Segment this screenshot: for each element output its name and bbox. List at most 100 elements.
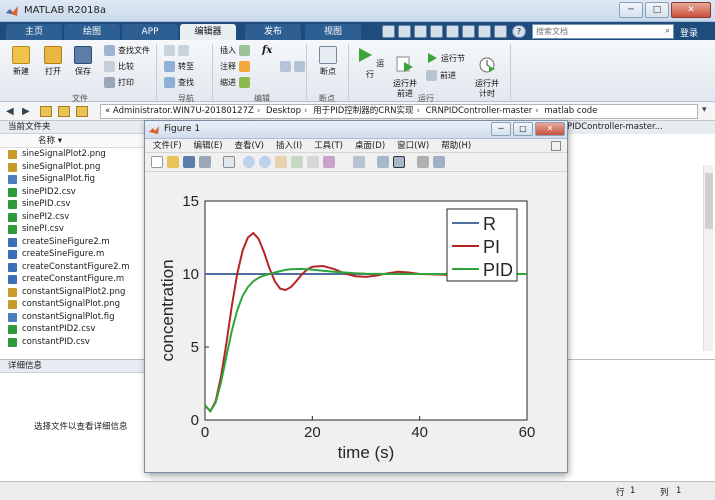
qa-settings-icon[interactable] [494,25,507,38]
brush-icon[interactable] [323,156,335,168]
pan-icon[interactable] [275,156,287,168]
open-file-icon[interactable] [167,156,179,168]
rotate-icon[interactable] [291,156,303,168]
save-figure-icon[interactable] [183,156,195,168]
save-button[interactable]: 保存 [70,46,96,77]
new-button[interactable]: 新建 [8,46,34,77]
format-buttons[interactable] [280,61,305,72]
menu-edit[interactable]: 编辑(E) [194,139,223,152]
qa-redo-icon[interactable] [462,25,475,38]
open-button[interactable]: 打开 [40,46,66,77]
figure-minimize-button[interactable]: ─ [491,122,511,136]
file-list-item[interactable]: sinePID2.csv [0,186,149,199]
breadcrumb-overflow[interactable]: « [105,106,110,116]
breakpoints-button[interactable]: 断点 [313,46,343,77]
breadcrumb-item[interactable]: Administrator.WIN7U-20180127Z [113,106,254,116]
tab-publish[interactable]: 发布 [245,24,301,40]
tab-apps[interactable]: APP [122,24,178,40]
colorbar-icon[interactable] [377,156,389,168]
menu-insert[interactable]: 插入(I) [276,139,302,152]
breadcrumb-item[interactable]: Desktop [266,106,301,116]
run-and-time-button[interactable]: 运行并 计时 [470,46,504,99]
find-files-button[interactable]: 查找文件 [104,45,150,56]
print-button[interactable]: 打印 [104,77,134,88]
file-list-item[interactable]: constantPID.csv [0,336,149,349]
back-arrow-icon[interactable] [164,45,175,56]
back-icon[interactable]: ◀ [6,106,14,117]
login-link[interactable]: 登录 [680,26,698,39]
folder-icon[interactable] [76,106,88,117]
file-list-item[interactable]: constantSignalPlot.png [0,298,149,311]
maximize-button[interactable]: □ [645,2,669,18]
print-figure-icon[interactable] [199,156,211,168]
up-folder-icon[interactable] [40,106,52,117]
fx-button[interactable]: fx [262,45,272,56]
file-list-item[interactable]: constantPID2.csv [0,323,149,336]
doc-search-input[interactable] [533,25,657,38]
show-plot-tools-icon[interactable] [433,156,445,168]
close-button[interactable]: ✕ [671,2,711,18]
editor-tab-header[interactable]: PIDController-master... [565,121,715,134]
figure-canvas[interactable]: 0 20 40 60 0 5 10 15 time (s) concentration R PI PID [145,173,567,472]
run-and-advance-button[interactable]: 运行并 前进 [388,46,422,99]
menu-file[interactable]: 文件(F) [153,139,182,152]
nav-arrows[interactable] [164,45,189,56]
menu-view[interactable]: 查看(V) [235,139,264,152]
qa-copy-icon[interactable] [414,25,427,38]
new-figure-icon[interactable] [151,156,163,168]
file-list-item[interactable]: createConstantFigure2.m [0,261,149,274]
figure-window[interactable]: Figure 1 ─ □ ✕ 文件(F) 编辑(E) 查看(V) 插入(I) 工… [144,120,568,473]
format-icon[interactable] [280,61,291,72]
comment-button[interactable]: 注释 [220,61,250,72]
advance-button[interactable]: 前进 [426,70,456,81]
tab-editor[interactable]: 编辑器 [180,24,236,40]
find-button[interactable]: 查找 [164,77,194,88]
file-list-item[interactable]: createSineFigure.m [0,248,149,261]
browse-folder-icon[interactable] [58,106,70,117]
file-list-item[interactable]: sinePID.csv [0,198,149,211]
line-chart[interactable]: 0 20 40 60 0 5 10 15 time (s) concentration R PI PID [145,173,567,472]
menu-window[interactable]: 窗口(W) [397,139,429,152]
qa-save-icon[interactable] [382,25,395,38]
breadcrumb-item[interactable]: 用于PID控制器的CRN实现 [313,106,413,116]
minimize-button[interactable]: ─ [619,2,643,18]
file-list-item[interactable]: sineSignalPlot.fig [0,173,149,186]
file-list-item[interactable]: createSineFigure2.m [0,236,149,249]
file-list-item[interactable]: sinePI.csv [0,223,149,236]
file-list-item[interactable]: sineSignalPlot.png [0,161,149,174]
zoom-out-icon[interactable] [259,156,271,168]
insert-button[interactable]: 插入 [220,45,250,56]
doc-search-box[interactable]: ⌕ [532,24,674,39]
forward-icon[interactable]: ▶ [22,106,30,117]
file-list-item[interactable]: constantSignalPlot.fig [0,311,149,324]
pointer-icon[interactable] [223,156,235,168]
figure-title-bar[interactable]: Figure 1 ─ □ ✕ [145,121,567,139]
figure-close-button[interactable]: ✕ [535,122,565,136]
qa-cut-icon[interactable] [398,25,411,38]
zoom-in-icon[interactable] [243,156,255,168]
hide-plot-tools-icon[interactable] [417,156,429,168]
menu-desktop[interactable]: 桌面(D) [355,139,385,152]
search-icon[interactable]: ⌕ [665,26,670,36]
name-column-header[interactable]: 名称 ▾ [0,134,149,148]
forward-arrow-icon[interactable] [178,45,189,56]
breadcrumb-item[interactable]: matlab code [544,106,597,116]
menu-help[interactable]: 帮助(H) [441,139,471,152]
tab-home[interactable]: 主页 [6,24,62,40]
run-section-button[interactable]: 运行节 [426,52,465,64]
file-list-item[interactable]: sineSignalPlot2.png [0,148,149,161]
dock-icon[interactable] [551,141,561,151]
help-icon[interactable]: ? [512,25,526,38]
goto-button[interactable]: 转至 [164,61,194,72]
menu-tools[interactable]: 工具(T) [314,139,343,152]
tab-view[interactable]: 视图 [305,24,361,40]
tab-plots[interactable]: 绘图 [64,24,120,40]
format-icon[interactable] [294,61,305,72]
indent-button[interactable]: 缩进 [220,77,250,88]
figure-maximize-button[interactable]: □ [513,122,533,136]
file-list-item[interactable]: sinePI2.csv [0,211,149,224]
path-breadcrumb[interactable]: « Administrator.WIN7U-20180127Z › Desktop… [100,104,698,119]
file-list-item[interactable]: createConstantFigure.m [0,273,149,286]
qa-paste-icon[interactable] [430,25,443,38]
file-list-item[interactable]: constantSignalPlot2.png [0,286,149,299]
